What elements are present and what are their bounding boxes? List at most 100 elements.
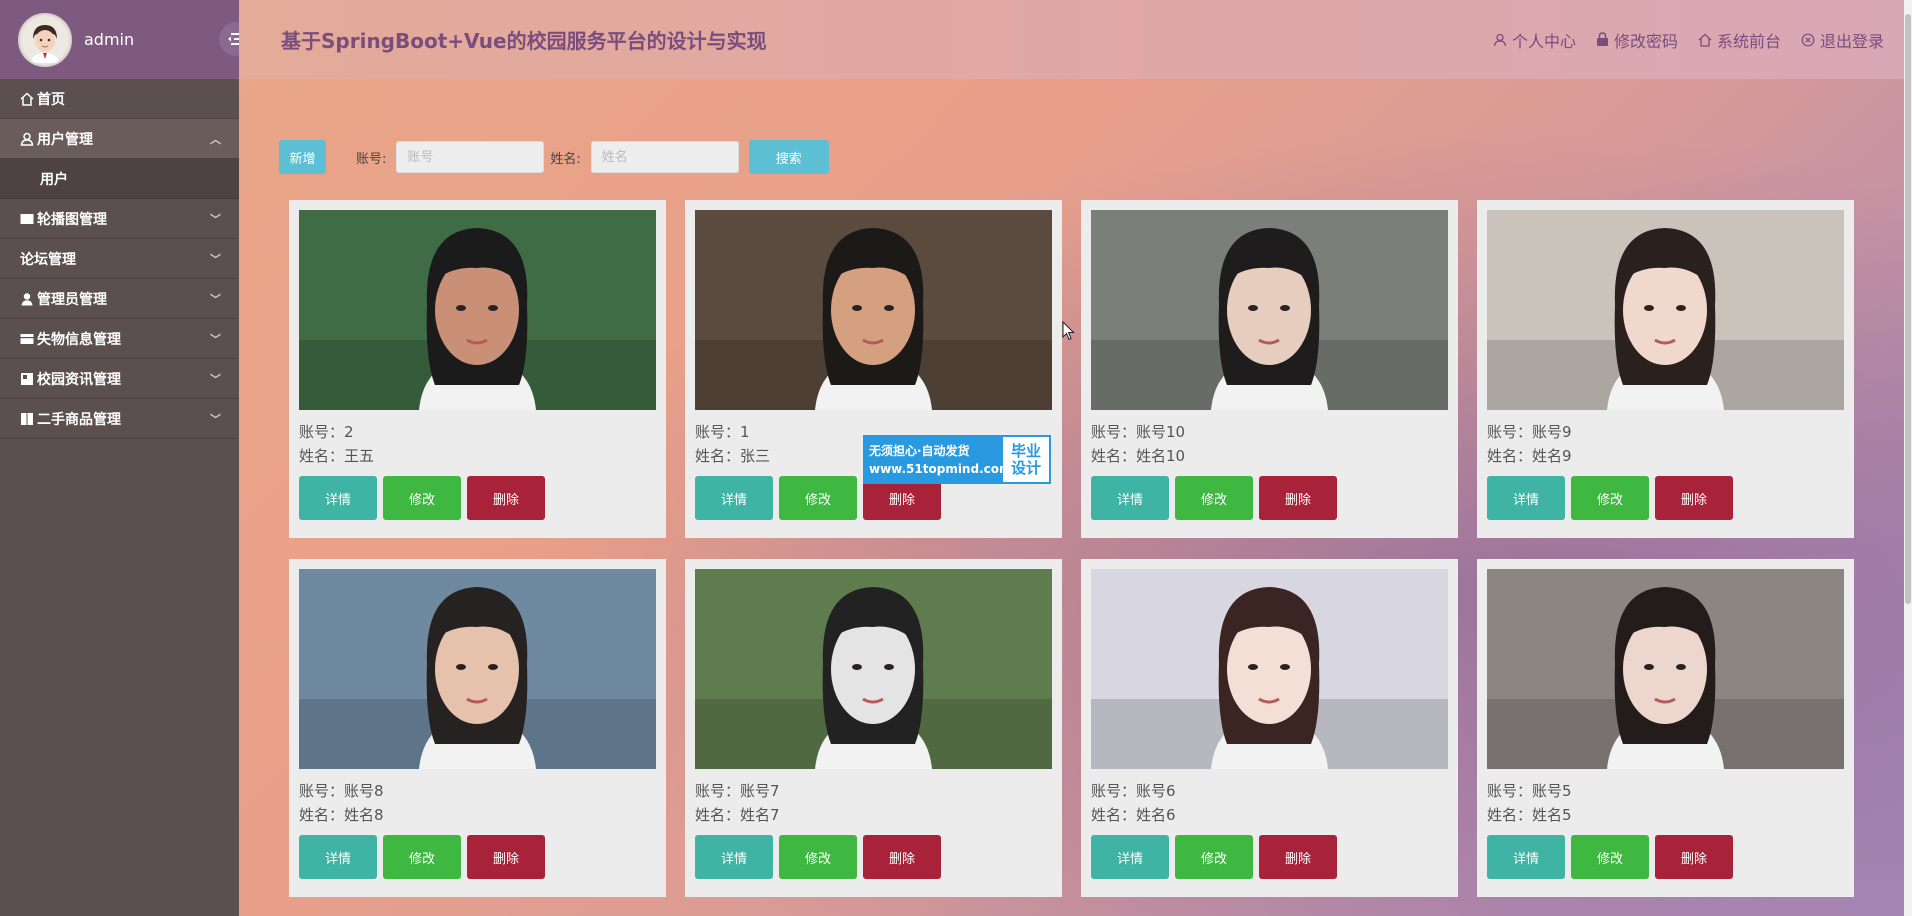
avatar[interactable]: [18, 12, 72, 67]
edit-button[interactable]: 修改: [383, 476, 461, 520]
chevron-down-icon: ﹀: [210, 412, 221, 426]
edit-button[interactable]: 修改: [779, 835, 857, 879]
search-button[interactable]: 搜索: [748, 140, 829, 174]
name-value: 王五: [344, 447, 375, 465]
sidebar-item-admin-management[interactable]: 管理员管理 ﹀: [0, 279, 239, 319]
goods-icon: [21, 412, 33, 425]
edit-button[interactable]: 修改: [1571, 476, 1649, 520]
edit-button[interactable]: 修改: [383, 835, 461, 879]
name-prefix: 姓名：: [1487, 806, 1533, 824]
name-row: 姓名：王五: [299, 444, 656, 468]
edit-button[interactable]: 修改: [1175, 835, 1253, 879]
top-nav: 个人中心 修改密码 系统前台 退出登录: [1493, 0, 1884, 79]
account-search-input[interactable]: [396, 141, 545, 173]
nav-frontend-label: 系统前台: [1716, 31, 1781, 51]
sidebar-item-forum-management[interactable]: 论坛管理 ﹀: [0, 239, 239, 279]
nav-change-password[interactable]: 修改密码: [1596, 28, 1678, 52]
user-photo[interactable]: [695, 569, 1052, 769]
account-value: 账号8: [344, 782, 384, 800]
scrollbar[interactable]: [1904, 0, 1912, 916]
name-row: 姓名：姓名5: [1487, 803, 1844, 827]
user-card: 账号：账号7 姓名：姓名7 详情 修改 删除: [685, 559, 1062, 897]
card-actions: 详情 修改 删除: [299, 835, 656, 879]
account-row: 账号：账号9: [1487, 420, 1844, 444]
card-actions: 详情 修改 删除: [1487, 835, 1844, 879]
detail-button[interactable]: 详情: [695, 476, 773, 520]
name-prefix: 姓名：: [695, 806, 741, 824]
portrait-image: [1487, 210, 1844, 410]
sidebar-item-banner-management[interactable]: 轮播图管理 ﹀: [0, 199, 239, 239]
detail-button[interactable]: 详情: [299, 835, 377, 879]
sidebar-item-home[interactable]: 首页: [0, 79, 239, 119]
photo-eye-left: [456, 305, 466, 311]
home-icon: [20, 91, 34, 106]
detail-button[interactable]: 详情: [1091, 476, 1169, 520]
delete-button[interactable]: 删除: [863, 835, 941, 879]
sidebar-item-secondhand-management[interactable]: 二手商品管理 ﹀: [0, 399, 239, 439]
user-photo[interactable]: [1487, 569, 1844, 769]
account-value: 1: [740, 423, 750, 441]
user-photo[interactable]: [299, 210, 656, 410]
account-row: 账号：账号8: [299, 779, 656, 803]
scrollbar-thumb[interactable]: [1905, 14, 1911, 604]
portrait-image: [1487, 569, 1844, 769]
name-row: 姓名：姓名6: [1091, 803, 1448, 827]
name-label: 姓名:: [550, 151, 581, 167]
name-value: 姓名10: [1136, 447, 1186, 465]
nav-frontend[interactable]: 系统前台: [1698, 28, 1781, 52]
sidebar-header: admin: [0, 0, 253, 79]
detail-button[interactable]: 详情: [695, 835, 773, 879]
detail-button[interactable]: 详情: [1091, 835, 1169, 879]
photo-eye-left: [1644, 664, 1654, 670]
user-photo[interactable]: [1091, 210, 1448, 410]
sidebar-item-user-management[interactable]: 用户管理 ︿: [0, 119, 239, 159]
account-label: 账号:: [356, 151, 387, 167]
search-bar: 新增 账号: 姓名: 搜索: [279, 140, 829, 174]
nav-logout[interactable]: 退出登录: [1801, 28, 1884, 52]
detail-button[interactable]: 详情: [1487, 835, 1565, 879]
detail-button[interactable]: 详情: [299, 476, 377, 520]
portrait-image: [1091, 569, 1448, 769]
user-photo[interactable]: [695, 210, 1052, 410]
user-photo[interactable]: [299, 569, 656, 769]
photo-eye-right: [884, 664, 894, 670]
delete-button[interactable]: 删除: [1259, 835, 1337, 879]
delete-button[interactable]: 删除: [1259, 476, 1337, 520]
sidebar-item-lost-found-management[interactable]: 失物信息管理 ﹀: [0, 319, 239, 359]
name-value: 姓名7: [740, 806, 780, 824]
user-photo[interactable]: [1487, 210, 1844, 410]
page-title: 基于SpringBoot+Vue的校园服务平台的设计与实现: [281, 29, 767, 53]
name-row: 姓名：姓名8: [299, 803, 656, 827]
photo-eye-right: [1280, 305, 1290, 311]
name-prefix: 姓名：: [299, 447, 345, 465]
delete-button[interactable]: 删除: [467, 835, 545, 879]
edit-button[interactable]: 修改: [1175, 476, 1253, 520]
watermark-right: 毕业 设计: [1003, 437, 1049, 482]
name-value: 姓名6: [1136, 806, 1176, 824]
account-value: 2: [344, 423, 354, 441]
user-photo[interactable]: [1091, 569, 1448, 769]
sidebar-subitem-user[interactable]: 用户: [0, 159, 239, 199]
user-card: 账号：账号10 姓名：姓名10 详情 修改 删除: [1081, 200, 1458, 538]
name-value: 姓名5: [1532, 806, 1572, 824]
nav-profile[interactable]: 个人中心: [1493, 28, 1576, 52]
edit-button[interactable]: 修改: [779, 476, 857, 520]
name-search-input[interactable]: [590, 141, 739, 173]
account-prefix: 账号：: [299, 782, 345, 800]
photo-eye-right: [488, 305, 498, 311]
sidebar-item-news-management[interactable]: 校园资讯管理 ﹀: [0, 359, 239, 399]
user-icon: [1493, 33, 1507, 46]
portrait-image: [299, 569, 656, 769]
detail-button[interactable]: 详情: [1487, 476, 1565, 520]
delete-button[interactable]: 删除: [467, 476, 545, 520]
watermark-badge: 无须担心·自动发货 www.51topmind.com 毕业 设计: [863, 435, 1051, 484]
watermark-right2: 设计: [1010, 458, 1041, 477]
mouse-cursor-icon: [1062, 321, 1075, 341]
photo-eye-right: [1676, 305, 1686, 311]
name-prefix: 姓名：: [1091, 806, 1137, 824]
add-button[interactable]: 新增: [279, 140, 326, 174]
delete-button[interactable]: 删除: [1655, 476, 1733, 520]
delete-button[interactable]: 删除: [1655, 835, 1733, 879]
account-prefix: 账号：: [695, 782, 741, 800]
edit-button[interactable]: 修改: [1571, 835, 1649, 879]
